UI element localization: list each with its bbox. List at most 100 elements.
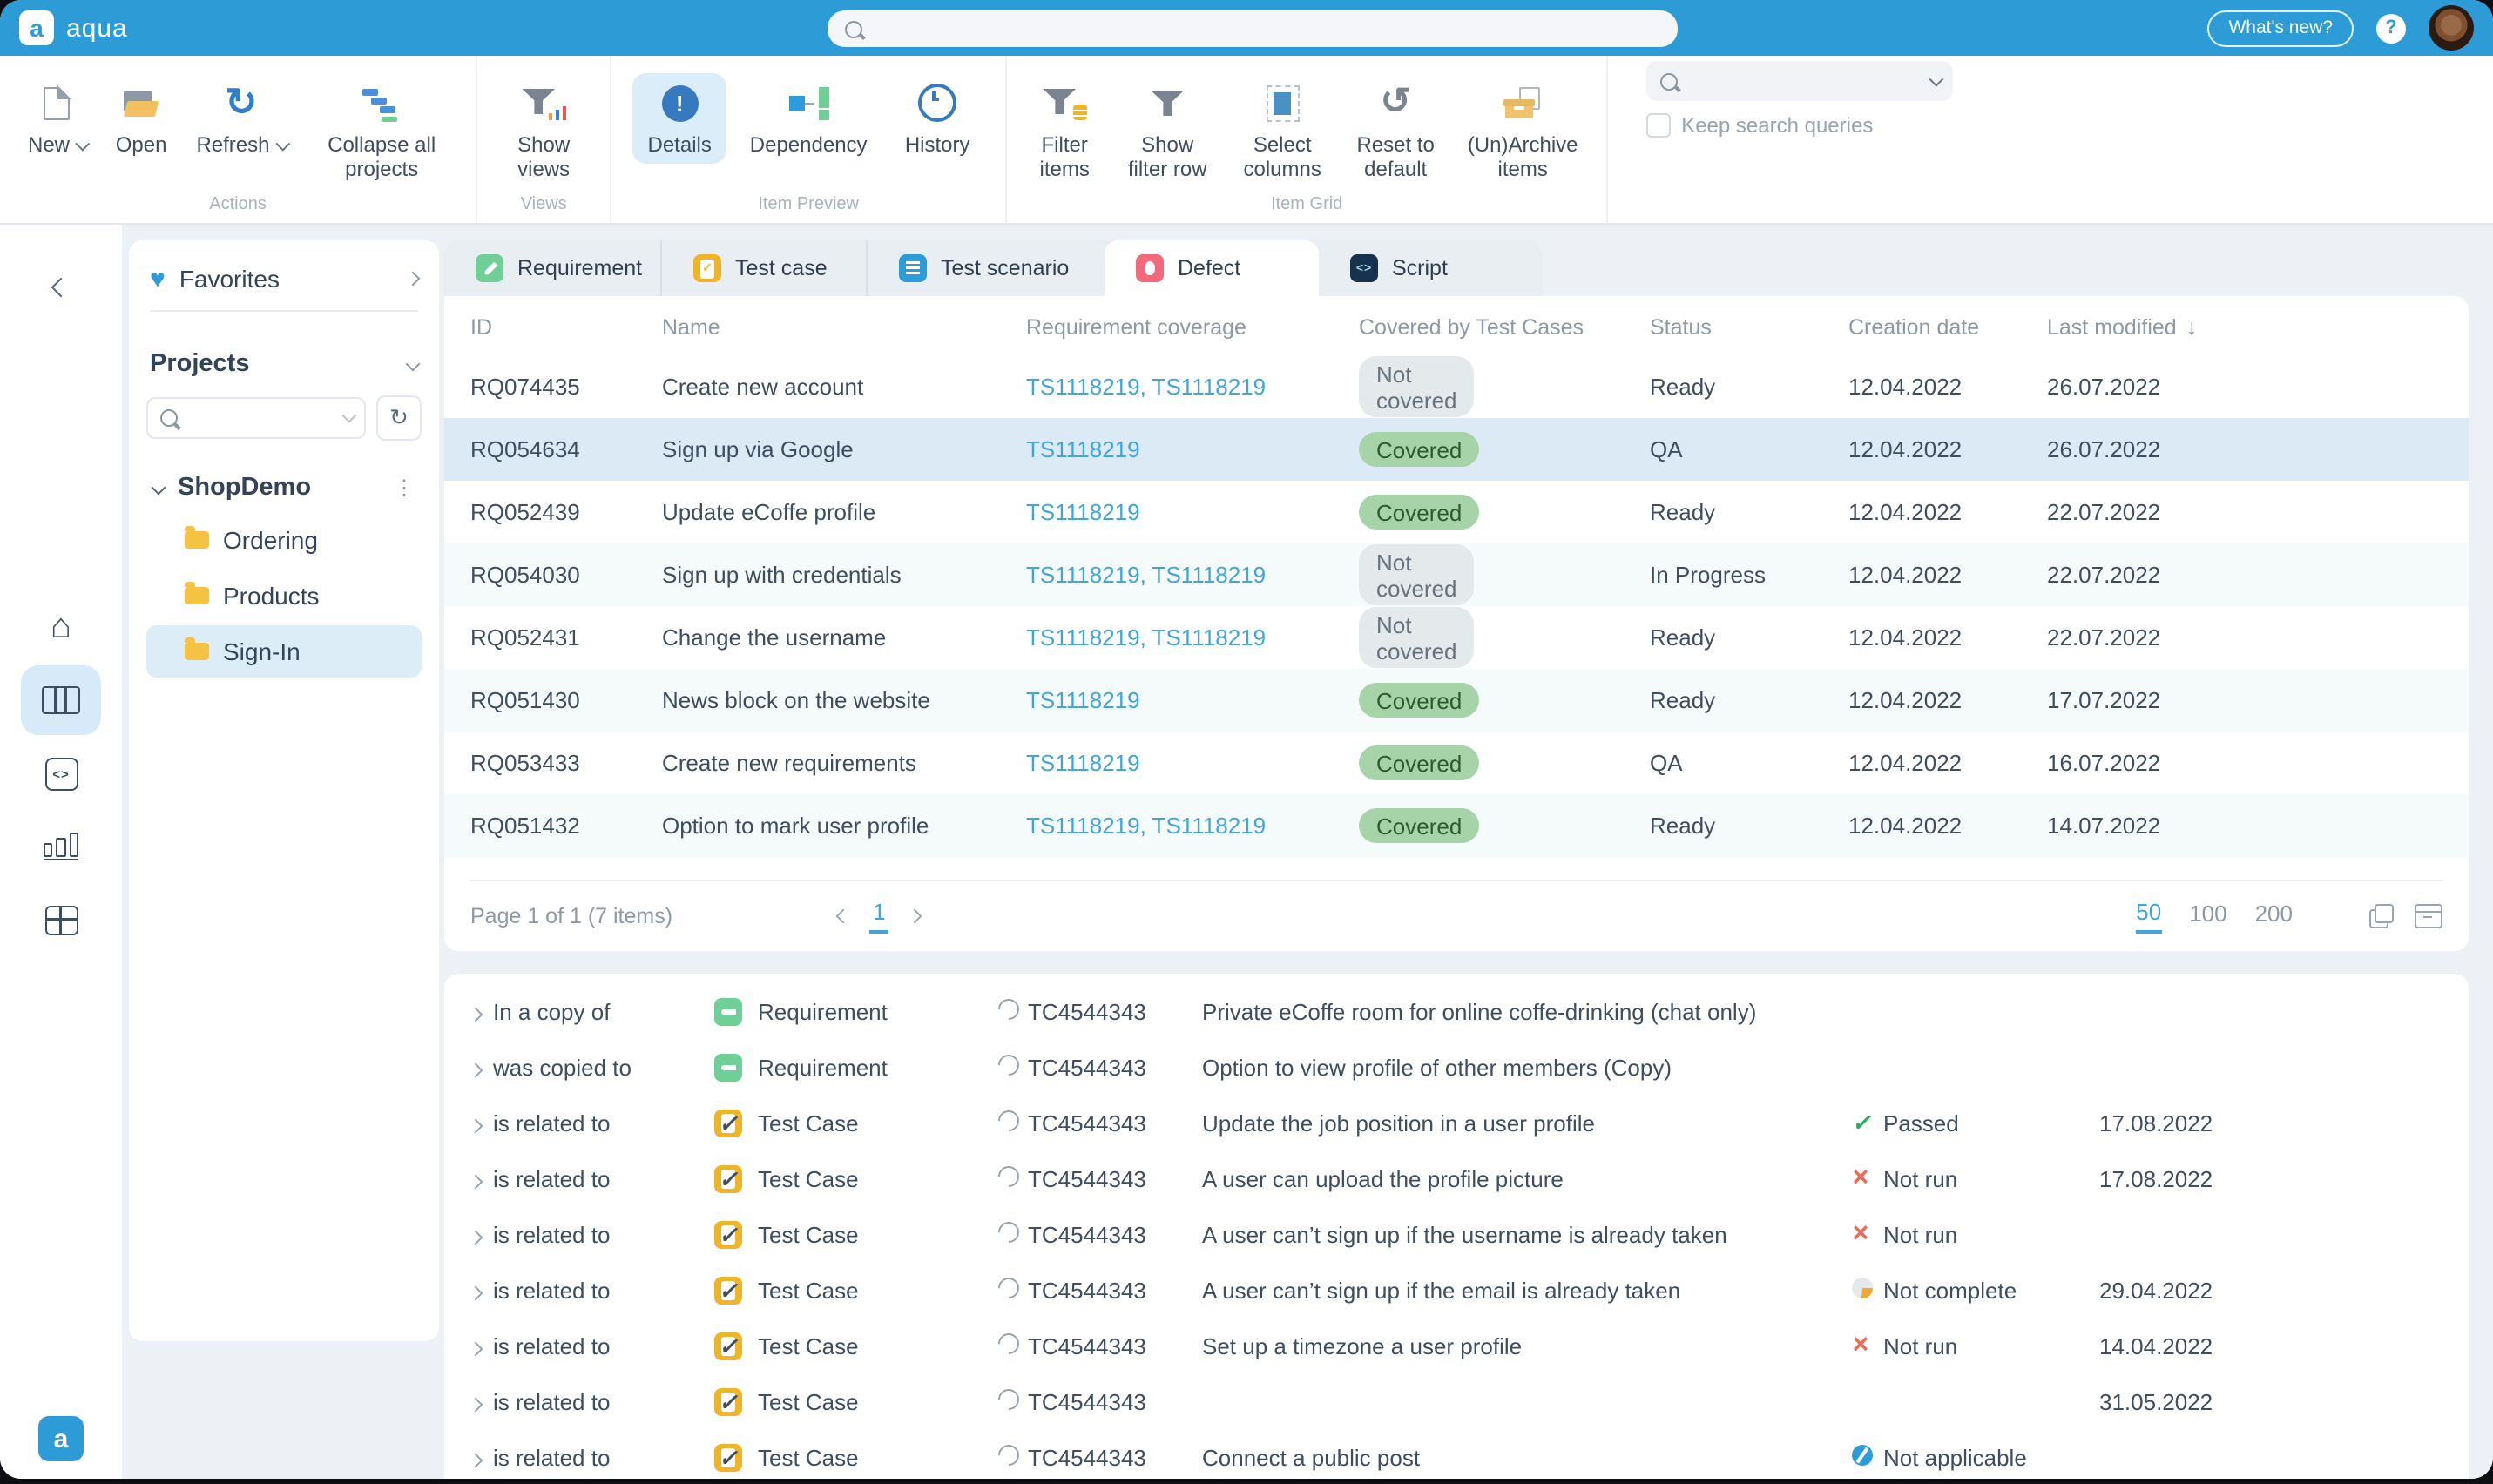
chevron-down-icon[interactable] bbox=[406, 357, 421, 372]
tab-script[interactable]: <> Script bbox=[1319, 240, 1542, 296]
cell-requirement-coverage-link[interactable]: TS1118219 bbox=[1026, 687, 1140, 713]
cell-requirement-coverage-link[interactable]: TS1118219, TS1118219 bbox=[1026, 374, 1266, 400]
next-page-icon[interactable] bbox=[908, 909, 922, 924]
relation-row[interactable]: In a copy of Requirement TC4544343 Priva… bbox=[444, 984, 2469, 1040]
table-row[interactable]: RQ052431 Change the username TS1118219, … bbox=[444, 606, 2469, 669]
projects-header[interactable]: Projects bbox=[146, 312, 422, 395]
tab-test-case[interactable]: ✓ Test case bbox=[660, 240, 866, 296]
project-refresh-button[interactable]: ↻ bbox=[376, 395, 422, 441]
relation-row[interactable]: is related to ✓ Test Case TC4544343 31.0… bbox=[444, 1374, 2469, 1430]
expand-chevron-icon[interactable] bbox=[470, 1222, 481, 1248]
copy-icon[interactable] bbox=[2369, 904, 2394, 928]
cell-requirement-coverage-link[interactable]: TS1118219 bbox=[1026, 499, 1140, 525]
tab-requirement[interactable]: Requirement bbox=[444, 240, 660, 296]
cell-requirement-coverage-link[interactable]: TS1118219 bbox=[1026, 750, 1140, 776]
table-row[interactable]: RQ074435 Create new account TS1118219, T… bbox=[444, 355, 2469, 418]
new-button[interactable]: New bbox=[21, 73, 93, 190]
collapse-all-projects-button[interactable]: Collapse all projects bbox=[308, 73, 455, 190]
filter-items-button[interactable]: Filter items bbox=[1028, 73, 1101, 190]
cell-requirement-coverage-link[interactable]: TS1118219 bbox=[1026, 436, 1140, 462]
table-row[interactable]: RQ052439 Update eCoffe profile TS1118219… bbox=[444, 481, 2469, 543]
chevron-right-icon[interactable] bbox=[406, 272, 421, 287]
related-item-id[interactable]: TC4544343 bbox=[1028, 1110, 1146, 1137]
keep-search-queries-checkbox[interactable] bbox=[1646, 113, 1671, 138]
ribbon-search-input[interactable] bbox=[1646, 61, 1953, 101]
collapse-sidebar-button[interactable] bbox=[21, 253, 101, 322]
archive-box-icon[interactable] bbox=[2415, 904, 2442, 928]
history-button[interactable]: History bbox=[890, 73, 984, 165]
chevron-down-icon[interactable] bbox=[1929, 71, 1944, 86]
relation-row[interactable]: is related to ✓ Test Case TC4544343 Upda… bbox=[444, 1096, 2469, 1151]
unarchive-items-button[interactable]: (Un)Archive items bbox=[1460, 73, 1585, 190]
related-item-id[interactable]: TC4544343 bbox=[1028, 1389, 1146, 1415]
dependency-button[interactable]: Dependency bbox=[742, 73, 875, 165]
chevron-down-icon[interactable] bbox=[341, 408, 356, 423]
related-item-id[interactable]: TC4544343 bbox=[1028, 1333, 1146, 1359]
expand-chevron-icon[interactable] bbox=[470, 999, 481, 1025]
relation-row[interactable]: is related to ✓ Test Case TC4544343 A us… bbox=[444, 1151, 2469, 1207]
expand-chevron-icon[interactable] bbox=[470, 1278, 481, 1304]
tree-project-shopdemo[interactable]: ShopDemo ⋮ bbox=[146, 465, 422, 510]
relation-row[interactable]: was copied to Requirement TC4544343 Opti… bbox=[444, 1040, 2469, 1096]
relation-row[interactable]: is related to ✓ Test Case TC4544343 Conn… bbox=[444, 1430, 2469, 1479]
chevron-down-icon[interactable] bbox=[152, 481, 166, 496]
global-search-input[interactable] bbox=[828, 10, 1678, 47]
cell-requirement-coverage-link[interactable]: TS1118219, TS1118219 bbox=[1026, 813, 1266, 839]
rail-item-reports[interactable] bbox=[21, 812, 101, 881]
col-id[interactable]: ID bbox=[470, 315, 492, 340]
rail-item-projects[interactable] bbox=[21, 665, 101, 735]
rail-item-agents[interactable]: <> bbox=[21, 739, 101, 808]
reset-to-default-button[interactable]: Reset to default bbox=[1347, 73, 1444, 190]
table-row[interactable]: RQ051432 Option to mark user profile TS1… bbox=[444, 794, 2469, 857]
favorites-header[interactable]: ♥ Favorites bbox=[146, 258, 422, 310]
page-size-50[interactable]: 50 bbox=[2136, 899, 2161, 934]
expand-chevron-icon[interactable] bbox=[470, 1110, 481, 1137]
cell-requirement-coverage-link[interactable]: TS1118219, TS1118219 bbox=[1026, 562, 1266, 588]
relation-row[interactable]: is related to ✓ Test Case TC4544343 Set … bbox=[444, 1319, 2469, 1374]
open-button[interactable]: Open bbox=[109, 73, 174, 190]
kebab-menu-icon[interactable]: ⋮ bbox=[394, 476, 415, 500]
sort-desc-icon[interactable]: ↓ bbox=[2186, 315, 2198, 340]
table-row[interactable]: RQ054030 Sign up with credentials TS1118… bbox=[444, 543, 2469, 606]
expand-chevron-icon[interactable] bbox=[470, 1445, 481, 1471]
user-avatar[interactable] bbox=[2429, 5, 2474, 51]
related-item-id[interactable]: TC4544343 bbox=[1028, 1166, 1146, 1192]
related-item-id[interactable]: TC4544343 bbox=[1028, 999, 1146, 1025]
expand-chevron-icon[interactable] bbox=[470, 1389, 481, 1415]
related-item-id[interactable]: TC4544343 bbox=[1028, 1222, 1146, 1248]
col-status[interactable]: Status bbox=[1650, 315, 1712, 340]
table-row[interactable]: RQ051430 News block on the website TS111… bbox=[444, 669, 2469, 732]
sidebar-folder-products[interactable]: Products bbox=[146, 570, 422, 622]
expand-chevron-icon[interactable] bbox=[470, 1333, 481, 1359]
page-size-200[interactable]: 200 bbox=[2255, 901, 2293, 932]
relation-row[interactable]: is related to ✓ Test Case TC4544343 A us… bbox=[444, 1263, 2469, 1319]
rail-item-home[interactable] bbox=[21, 592, 101, 662]
show-filter-row-button[interactable]: Show filter row bbox=[1117, 73, 1218, 190]
col-covered-by-test-cases[interactable]: Covered by Test Cases bbox=[1359, 315, 1584, 340]
relation-row[interactable]: is related to ✓ Test Case TC4544343 A us… bbox=[444, 1207, 2469, 1263]
related-item-id[interactable]: TC4544343 bbox=[1028, 1055, 1146, 1081]
expand-chevron-icon[interactable] bbox=[470, 1055, 481, 1081]
project-search-input[interactable] bbox=[146, 397, 366, 439]
table-row[interactable]: RQ054634 Sign up via Google TS1118219 Co… bbox=[444, 418, 2469, 481]
tab-defect[interactable]: Defect bbox=[1105, 240, 1319, 296]
table-row[interactable]: RQ053433 Create new requirements TS11182… bbox=[444, 732, 2469, 794]
col-creation-date[interactable]: Creation date bbox=[1848, 315, 1979, 340]
details-button[interactable]: ! Details bbox=[632, 73, 726, 165]
col-name[interactable]: Name bbox=[662, 315, 720, 340]
refresh-button[interactable]: Refresh bbox=[189, 73, 293, 190]
tab-test-scenario[interactable]: Test scenario bbox=[866, 240, 1105, 296]
select-columns-button[interactable]: Select columns bbox=[1233, 73, 1331, 190]
related-item-id[interactable]: TC4544343 bbox=[1028, 1445, 1146, 1471]
whats-new-button[interactable]: What's new? bbox=[2207, 10, 2354, 46]
show-views-button[interactable]: Show views bbox=[498, 73, 589, 190]
expand-chevron-icon[interactable] bbox=[470, 1166, 481, 1192]
sidebar-folder-sign-in[interactable]: Sign-In bbox=[146, 625, 422, 678]
rail-item-grid[interactable] bbox=[21, 885, 101, 954]
help-button[interactable]: ? bbox=[2376, 13, 2406, 43]
page-size-100[interactable]: 100 bbox=[2189, 901, 2226, 932]
col-requirement-coverage[interactable]: Requirement coverage bbox=[1026, 315, 1246, 340]
current-page[interactable]: 1 bbox=[869, 899, 888, 934]
col-last-modified[interactable]: Last modified bbox=[2047, 315, 2177, 340]
sidebar-folder-ordering[interactable]: Ordering bbox=[146, 514, 422, 566]
